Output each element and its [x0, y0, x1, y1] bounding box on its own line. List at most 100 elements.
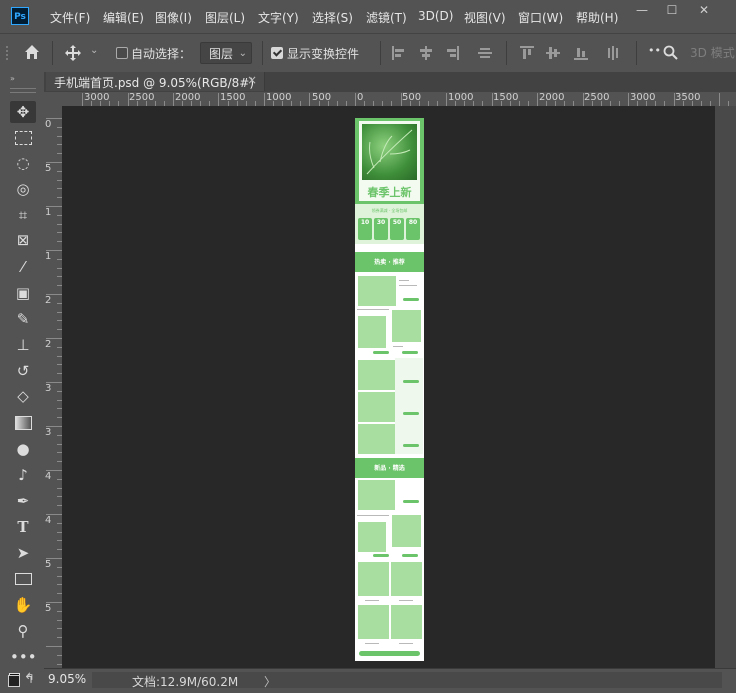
menu-file[interactable]: 文件(F) — [50, 9, 90, 26]
buy-button[interactable] — [403, 500, 419, 503]
coupon[interactable]: 80 — [406, 218, 420, 240]
ruler-label: 2500 — [584, 92, 610, 103]
history-brush-tool[interactable]: ↺ — [10, 360, 36, 382]
ruler-origin[interactable] — [44, 92, 62, 106]
distribute-vertical-icon[interactable] — [606, 46, 620, 60]
buy-button[interactable] — [403, 380, 419, 383]
brush-tool[interactable]: ✎ — [10, 308, 36, 330]
menu-3d[interactable]: 3D(D) — [418, 9, 453, 23]
status-menu-arrow-icon[interactable]: 〉 — [264, 673, 276, 690]
maximize-button[interactable]: ☐ — [656, 0, 688, 20]
auto-select-target-dropdown[interactable]: 图层 ⌄ — [200, 42, 252, 64]
ruler-label: 1 — [45, 251, 52, 262]
product-image — [392, 515, 421, 547]
auto-select-checkbox[interactable] — [116, 47, 128, 59]
pen-icon: ✒ — [16, 492, 30, 510]
history-brush-icon: ↺ — [16, 362, 30, 380]
minimize-button[interactable]: — — [626, 0, 658, 20]
buy-button[interactable] — [402, 554, 418, 557]
zoom-level-field[interactable]: 9.05% — [48, 672, 90, 688]
lasso-tool[interactable]: ◌ — [10, 152, 36, 174]
blur-tool[interactable]: ● — [10, 438, 36, 460]
buy-button[interactable] — [402, 351, 418, 354]
eyedropper-tool[interactable]: ⁄ — [10, 256, 36, 278]
frame-tool[interactable]: ⊠ — [10, 229, 36, 251]
product-text-line — [357, 309, 389, 310]
document-artboard[interactable]: 春季上新 领券满减 · 全场包邮 10 30 50 80 热卖 · 推荐 新品 … — [355, 118, 424, 661]
move-tool-icon[interactable] — [64, 44, 82, 62]
close-window-button[interactable]: ✕ — [688, 0, 720, 20]
separator — [262, 41, 263, 65]
quick-select-tool[interactable]: ◎ — [10, 178, 36, 200]
ruler-label: 3 — [45, 383, 52, 394]
tool-preset-chevron-down-icon[interactable]: ⌄ — [90, 45, 98, 56]
gradient-tool[interactable] — [10, 411, 36, 433]
search-icon[interactable] — [663, 45, 678, 60]
menu-image[interactable]: 图像(I) — [155, 9, 192, 26]
patch-tool[interactable]: ▣ — [10, 282, 36, 304]
path-select-tool[interactable]: ➤ — [10, 542, 36, 564]
stamp-tool[interactable]: ⊥ — [10, 334, 36, 356]
buy-button[interactable] — [403, 444, 419, 447]
zoom-tool[interactable]: ⚲ — [10, 620, 36, 642]
menu-edit[interactable]: 编辑(E) — [103, 9, 144, 26]
align-vertical-centers-icon[interactable] — [546, 46, 560, 60]
align-horizontal-centers-icon[interactable] — [419, 46, 433, 60]
quick-mask-icon[interactable]: ↰ — [24, 672, 34, 686]
footer-button[interactable] — [359, 651, 420, 656]
options-grip[interactable] — [6, 46, 16, 60]
coupon[interactable]: 50 — [390, 218, 404, 240]
dodge-tool[interactable]: ♪ — [10, 464, 36, 486]
pen-tool[interactable]: ✒ — [10, 490, 36, 512]
distribute-icon[interactable] — [478, 46, 492, 60]
type-tool[interactable]: T — [10, 516, 36, 538]
toolbox: » ✥ ◌ ◎ ⌗ ⊠ ⁄ ▣ ✎ ⊥ ↺ ◇ ● ♪ ✒ T ➤ ✋ ⚲ ••… — [0, 72, 45, 692]
horizontal-ruler[interactable]: 3000 2500 2000 1500 1000 500 0 500 1000 … — [62, 92, 736, 107]
document-size-info: 文档:12.9M/60.2M — [132, 675, 239, 689]
menu-view[interactable]: 视图(V) — [464, 9, 506, 26]
menu-type[interactable]: 文字(Y) — [258, 9, 299, 26]
product-image — [358, 562, 389, 596]
default-colors-icon[interactable] — [8, 675, 20, 687]
move-tool[interactable]: ✥ — [10, 101, 36, 123]
product-text-line — [399, 285, 417, 286]
ruler-label: 2000 — [175, 92, 201, 103]
hand-tool[interactable]: ✋ — [10, 594, 36, 616]
buy-button[interactable] — [403, 298, 419, 301]
product-text-line — [393, 346, 403, 347]
menu-select[interactable]: 选择(S) — [312, 9, 353, 26]
buy-button[interactable] — [373, 351, 389, 354]
vertical-scrollbar[interactable] — [715, 106, 736, 668]
coupon[interactable]: 30 — [374, 218, 388, 240]
ruler-label: 5 — [45, 559, 52, 570]
marquee-tool[interactable] — [10, 126, 36, 148]
menu-layer[interactable]: 图层(L) — [205, 9, 245, 26]
coupon[interactable]: 10 — [358, 218, 372, 240]
eraser-tool[interactable]: ◇ — [10, 385, 36, 407]
menu-help[interactable]: 帮助(H) — [576, 9, 618, 26]
menu-window[interactable]: 窗口(W) — [518, 9, 563, 26]
collapse-toolbox-icon[interactable]: » — [10, 74, 15, 83]
photoshop-logo-icon[interactable]: Ps — [11, 7, 29, 25]
ruler-label: 0 — [357, 92, 364, 103]
align-bottom-edges-icon[interactable] — [574, 46, 588, 60]
more-tools[interactable]: ••• — [10, 646, 37, 668]
crop-tool[interactable]: ⌗ — [10, 204, 36, 226]
align-right-edges-icon[interactable] — [445, 46, 459, 60]
status-bar: 9.05% 文档:12.9M/60.2M 〉 — [44, 668, 736, 693]
buy-button[interactable] — [403, 412, 419, 415]
align-top-edges-icon[interactable] — [520, 46, 534, 60]
buy-button[interactable] — [373, 554, 389, 557]
more-options-button[interactable]: •• — [648, 44, 661, 57]
home-icon[interactable] — [24, 44, 40, 60]
coupon-value: 50 — [392, 219, 402, 226]
vertical-ruler[interactable]: 0 5 1 1 2 2 3 3 4 4 5 5 — [44, 106, 63, 668]
show-transform-controls-checkbox[interactable] — [271, 47, 283, 59]
menu-filter[interactable]: 滤镜(T) — [366, 9, 407, 26]
toolbox-grip[interactable] — [10, 88, 36, 93]
align-left-edges-icon[interactable] — [392, 46, 406, 60]
document-tab[interactable]: 手机端首页.psd @ 9.05%(RGB/8#) × — [46, 72, 265, 91]
product-text-line — [399, 280, 409, 281]
close-tab-icon[interactable]: × — [247, 73, 257, 87]
rectangle-tool[interactable] — [10, 567, 36, 589]
